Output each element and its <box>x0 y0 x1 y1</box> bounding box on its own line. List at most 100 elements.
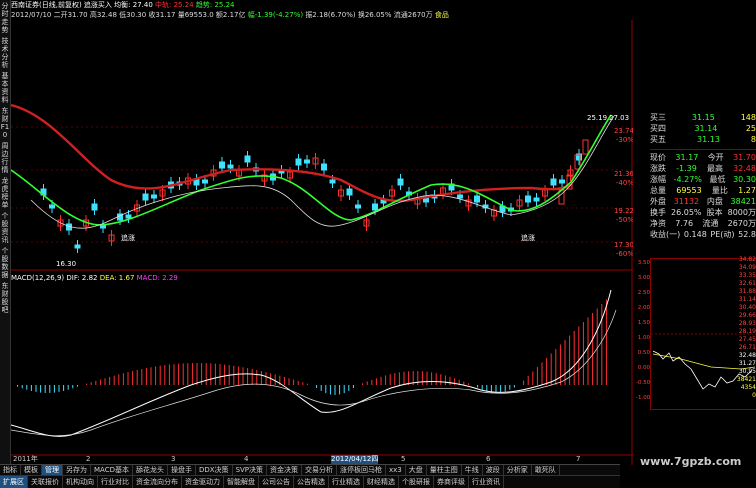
mini-axis-label: 27.45 <box>738 336 756 343</box>
sidebar-tab-7[interactable]: 个股数据 <box>0 247 10 279</box>
stat-value-2: 52.8 <box>738 230 756 239</box>
white-ma-line <box>30 115 615 229</box>
sidebar-tab-8[interactable]: 东财股吧 <box>0 282 10 314</box>
macd-dif-line <box>11 289 612 437</box>
candle-body <box>559 179 565 184</box>
tab-bottom_tabs2-10[interactable]: 财经精选 <box>364 476 399 488</box>
mini-chart-left-axis: 3.50 3.00 2.50 2.00 1.50 1.00 0.50 0.00 -0.50 -1.… <box>636 256 650 406</box>
candle-body <box>397 178 404 186</box>
extension-tabs: 扩展区 关联报价 机构动向 行业对比 资金流向分布 资金驱动力 智能解盘 公司公告 公告精选 行业… <box>0 475 620 488</box>
sidebar-tab-3[interactable]: 东财F10 <box>0 107 10 139</box>
kline-chart[interactable]: 23.74 -30% 21.36 -40% 19.22 -50% 17.30 -… <box>11 20 633 465</box>
tab-bottom_tabs2-1[interactable]: 关联报价 <box>28 476 63 488</box>
x-tick-1: 2 <box>86 455 91 463</box>
candle-body <box>355 204 361 209</box>
tab-bottom_tabs2-12[interactable]: 券商评级 <box>434 476 469 488</box>
bid-price: 31.13 <box>697 135 720 144</box>
trend-label: 趋势: 25.24 <box>195 1 235 9</box>
candle-body <box>525 195 531 203</box>
sidebar-tabs: 分时走势技术分析基本资料东财F10 周边行情龙虎榜单个股资讯个股数据东财股吧 <box>0 0 10 465</box>
stat-value: -4.27% <box>673 175 702 184</box>
bid-volume: 148 <box>740 113 756 122</box>
price-label-19-22: 19.22 <box>614 207 633 215</box>
stat-label: 总量 <box>650 186 666 195</box>
bid-label: 买五 <box>650 135 666 144</box>
stat-label: 净资 <box>650 219 666 228</box>
stat-label-2: 今开 <box>707 153 724 162</box>
bar-close: 收31.17 <box>148 11 176 19</box>
mini-axis-label: 30.40 <box>738 304 756 311</box>
mini-left-label: 3.00 <box>637 275 650 281</box>
macd-dea-line <box>11 309 617 437</box>
stat-value: 7.76 <box>675 219 694 228</box>
tab-bottom_tabs2-5[interactable]: 资金驱动力 <box>182 476 224 488</box>
sidebar-tab-1[interactable]: 技术分析 <box>0 37 10 69</box>
candle-body <box>151 194 157 199</box>
stat-label-2: 量比 <box>711 186 728 195</box>
price-pct-30: -30% <box>616 136 633 144</box>
candle-body <box>227 164 234 169</box>
bid-row: 买五 31.13 8 <box>650 134 756 145</box>
stat-label-2: 最低 <box>709 175 726 184</box>
stat-label-2: 内盘 <box>706 197 723 206</box>
price-label-23-74: 23.74 <box>614 127 633 135</box>
stat-value-2: 31.70 <box>733 153 756 162</box>
stat-label-2: 股本 <box>706 208 723 217</box>
quote-stat-row: 涨幅 -4.27% 最低 30.30 <box>650 174 756 185</box>
tab-bottom_tabs2-2[interactable]: 机构动向 <box>63 476 98 488</box>
candle-body <box>329 179 336 184</box>
tab-bottom_tabs2-8[interactable]: 公告精选 <box>294 476 329 488</box>
sidebar-tab-4[interactable]: 周边行情 <box>0 142 10 174</box>
tab-bottom_tabs2-3[interactable]: 行业对比 <box>98 476 133 488</box>
candle-body <box>142 193 149 201</box>
candle-body <box>321 163 327 171</box>
mini-axis-label: 26.71 <box>738 344 756 351</box>
low-price-marker: 16.30 <box>56 260 76 268</box>
mini-axis-label: 31.14 <box>738 296 756 303</box>
mini-left-label: -0.50 <box>636 380 651 386</box>
buy-signal-label-1: 追涨 <box>121 233 135 242</box>
candle-body <box>202 179 208 184</box>
x-tick-0: 2011年 <box>13 455 38 463</box>
bar-volume: 量69553.0 <box>177 11 214 19</box>
macd-name: MACD(12,26,9) <box>11 274 65 282</box>
mini-volume-label: 38421 <box>736 376 756 383</box>
sidebar-tab-6[interactable]: 个股资讯 <box>0 212 10 244</box>
bid-volume: 25 <box>745 124 756 133</box>
bar-high: 高32.48 <box>89 11 117 19</box>
tab-bottom_tabs2-9[interactable]: 行业精选 <box>329 476 364 488</box>
macd-histogram <box>17 299 607 395</box>
macd-value: MACD: 2.29 <box>136 274 178 282</box>
x-tick-7: 7 <box>576 455 581 463</box>
mini-axis-label: 33.35 <box>738 272 756 279</box>
tab-bottom_tabs2-13[interactable]: 行业资讯 <box>469 476 504 488</box>
mini-right-value: 31.27 <box>738 360 756 367</box>
sidebar-tab-2[interactable]: 基本资料 <box>0 72 10 104</box>
stat-value-2: 1.27 <box>738 186 756 195</box>
bar-float: 流通2670万 <box>393 11 433 19</box>
buy-signal-label-2: 追涨 <box>521 233 535 242</box>
tab-bottom_tabs2-6[interactable]: 智能解盘 <box>224 476 259 488</box>
candle-body <box>474 195 480 203</box>
stat-label: 外盘 <box>650 197 666 206</box>
top-price-left: 25.19 <box>587 114 607 122</box>
candle-body <box>550 178 557 186</box>
tab-bottom_tabs2-4[interactable]: 资金流向分布 <box>133 476 182 488</box>
bid-price: 31.15 <box>691 113 715 122</box>
tab-bottom_tabs2-11[interactable]: 个股研报 <box>399 476 434 488</box>
bid-label: 买三 <box>650 113 666 122</box>
mini-axis-label: 28.19 <box>738 328 756 335</box>
tab-bottom_tabs2-7[interactable]: 公司公告 <box>259 476 294 488</box>
stat-value: 26.05% <box>671 208 702 217</box>
stat-value-2: 30.30 <box>733 175 756 184</box>
avg-label: 均衡: 27.40 <box>114 1 153 9</box>
watermark-text: www.7gpzb.com <box>640 455 742 468</box>
tab-bottom_tabs2-0[interactable]: 扩展区 <box>0 476 28 488</box>
stat-label: 涨幅 <box>650 175 666 184</box>
mid-label: 中轨: 25.24 <box>155 1 194 9</box>
mini-left-label: 0.50 <box>637 350 650 356</box>
stat-value: 69553 <box>676 186 702 195</box>
indicator-name: 追涨买入 <box>83 1 112 9</box>
sidebar-tab-5[interactable]: 龙虎榜单 <box>0 177 10 209</box>
sidebar-tab-0[interactable]: 分时走势 <box>0 2 10 34</box>
